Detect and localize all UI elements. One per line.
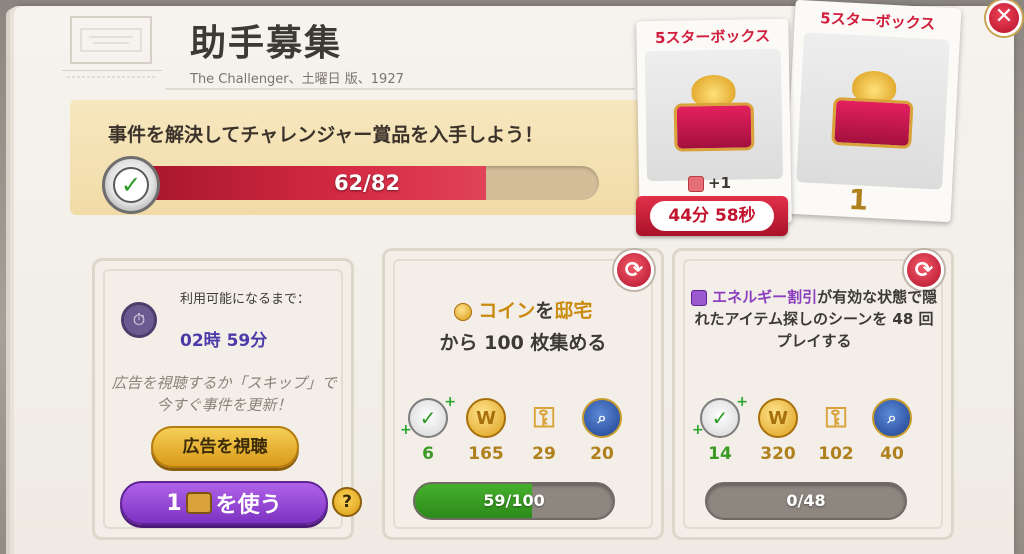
use-count: 1: [166, 490, 182, 516]
close-button[interactable]: ✕: [986, 0, 1022, 36]
ad-description: 広告を視聴するか「スキップ」で今すぐ事件を更新！: [111, 374, 337, 414]
reward-lens: ⌕ 20: [579, 398, 625, 464]
divider: [165, 88, 635, 90]
page-subtitle: The Challenger、土曜日 版、1927: [190, 72, 404, 87]
available-label: 利用可能になるまで：: [180, 292, 311, 307]
prize-card-left[interactable]: 5スターボックス: [636, 18, 792, 226]
task-coins-progress-text: 59/100: [483, 491, 545, 510]
gift-box-icon: [663, 74, 764, 156]
gift-box-icon: [821, 68, 925, 153]
watch-ad-button[interactable]: 広告を視聴: [151, 426, 299, 468]
check-badge: ✓: [102, 156, 160, 214]
coin-icon: [453, 302, 472, 321]
prize-box-count: 1: [847, 182, 869, 217]
prize-timer: 44分 58秒: [650, 201, 774, 231]
task-energy-title: エネルギー割引が有効な状態で隠れたアイテム探しのシーンを 48 回プレイする: [690, 286, 938, 352]
coin-icon: W: [466, 398, 506, 438]
available-time: 02時 59分: [180, 331, 268, 351]
reward-check: ✓ + + 6: [400, 394, 456, 464]
gift-box-image-left: [644, 48, 784, 182]
energy-discount-icon: [690, 289, 707, 306]
ticket-icon: [185, 492, 212, 514]
coin-icon: W: [758, 398, 798, 438]
prize-box-title-right: 5スターボックス: [819, 9, 936, 34]
star-icon: [688, 175, 704, 192]
reward-check: ✓ + + 14: [692, 394, 748, 464]
reward-coin: W 165: [463, 398, 509, 464]
task-energy-progress-bar: 0/48: [705, 482, 907, 520]
goal-text: 事件を解決してチャレンジャー賞品を入手しよう！: [108, 124, 544, 146]
stopwatch-icon: ⏱: [121, 302, 157, 338]
reward-key: ⚿ 29: [521, 398, 567, 464]
check-icon: ✓ + +: [692, 394, 748, 438]
reward-lens: ⌕ 40: [869, 398, 915, 464]
newspaper-stamp-logo: [70, 16, 152, 64]
newspaper-stamp-caption: [62, 70, 162, 83]
key-icon: ⚿: [825, 401, 847, 434]
prize-card-right: 5スターボックス 1: [784, 0, 962, 223]
page-title: 助手募集: [190, 23, 343, 64]
reward-key: ⚿ 102: [813, 398, 859, 464]
check-icon: ✓ + +: [400, 394, 456, 438]
refresh-icon[interactable]: ⟳: [614, 250, 654, 290]
use-label: を使う: [215, 493, 282, 518]
magnifier-icon: ⌕: [582, 398, 622, 438]
task-coins-title: コインを邸宅: [400, 296, 646, 323]
prize-box-title-left: 5スターボックス: [654, 27, 771, 48]
help-button[interactable]: ?: [332, 487, 362, 517]
magnifier-icon: ⌕: [872, 398, 912, 438]
bonus-indicator: +1: [688, 174, 731, 192]
gift-box-image-right: [796, 32, 950, 190]
goal-progress-text: 62/82: [333, 171, 401, 195]
task-energy-progress-text: 0/48: [786, 491, 826, 510]
use-ticket-button[interactable]: 1 を使う: [120, 481, 328, 525]
task-coins-subtitle: から 100 枚集める: [439, 332, 607, 354]
task-coins-progress-bar: 59/100: [413, 482, 615, 520]
check-icon: ✓: [113, 167, 149, 203]
refresh-icon[interactable]: ⟳: [904, 250, 944, 290]
reward-coin: W 320: [755, 398, 801, 464]
key-icon: ⚿: [533, 401, 555, 434]
